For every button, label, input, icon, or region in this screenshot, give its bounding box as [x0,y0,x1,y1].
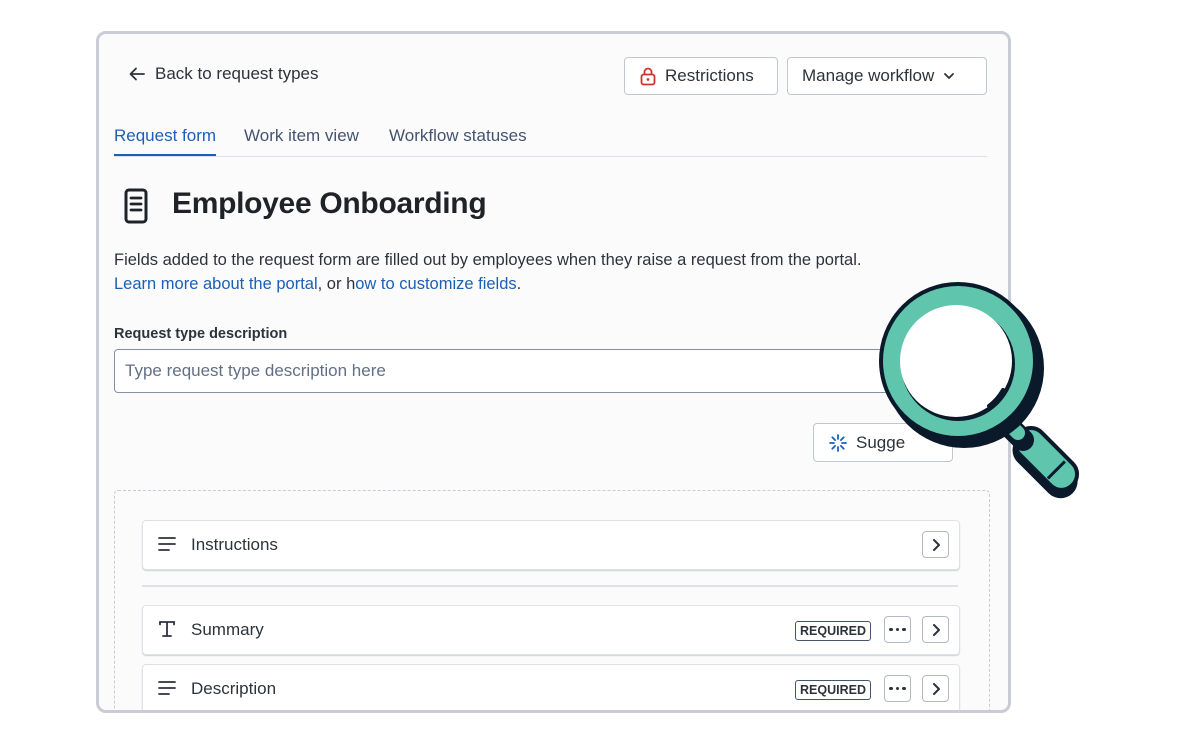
expand-button[interactable] [922,675,949,702]
tab-work-item-view[interactable]: Work item view [244,126,359,154]
customize-fields-link[interactable]: ow to customize fields [355,275,516,293]
field-label-description: Description [191,679,277,698]
portal-link[interactable]: Learn more about the portal [114,275,318,293]
intro-sentence: Fields added to the request form are fil… [114,251,862,269]
required-badge: REQUIRED [795,621,871,641]
document-icon [124,188,148,224]
dot [895,627,900,632]
expand-button[interactable] [922,531,949,558]
manage-workflow-label: Manage workflow [802,66,935,85]
chevron-right-icon [932,538,940,551]
tab-request-form[interactable]: Request form [114,126,217,156]
tab-workflow-statuses[interactable]: Workflow statuses [389,126,527,154]
manage-workflow-button[interactable]: Manage workflow [787,57,987,95]
page-title: Employee Onboarding [172,187,487,220]
field-label-instructions: Instructions [191,535,278,554]
field-label-summary: Summary [191,620,264,639]
dot [902,627,906,632]
chevron-down-icon [944,73,955,79]
tab-bar: Request form Work item view Workflow sta… [114,126,987,157]
lock-icon [640,67,656,86]
text-t-icon [159,621,175,637]
back-link[interactable]: Back to request types [127,64,318,84]
description-input[interactable] [114,349,974,393]
magnifier-illustration [879,282,1080,499]
restrictions-button[interactable]: Restrictions [624,57,778,95]
chevron-right-icon [932,623,940,636]
chevron-right-icon [932,682,940,695]
arrow-left-icon [129,67,145,81]
dot [889,627,893,632]
dot [895,686,900,691]
expand-button[interactable] [922,616,949,643]
field-row-description[interactable]: Description REQUIRED [142,664,960,710]
divider [142,585,958,587]
required-badge: REQUIRED [795,680,871,700]
field-row-instructions[interactable]: Instructions [142,520,960,570]
description-field-label: Request type description [114,326,288,342]
link-separator: , or h [317,275,356,293]
sparkle-icon [829,433,847,452]
lines-icon [158,681,176,695]
restrictions-label: Restrictions [665,66,754,85]
intro-text: Fields added to the request form are fil… [114,248,974,296]
back-link-label: Back to request types [155,64,319,83]
intro-end: . [516,275,522,293]
more-actions-button[interactable] [884,616,911,643]
lines-icon [158,537,176,551]
dot [889,686,893,691]
field-row-summary[interactable]: Summary REQUIRED [142,605,960,655]
more-actions-button[interactable] [884,675,911,702]
dot [902,686,906,691]
